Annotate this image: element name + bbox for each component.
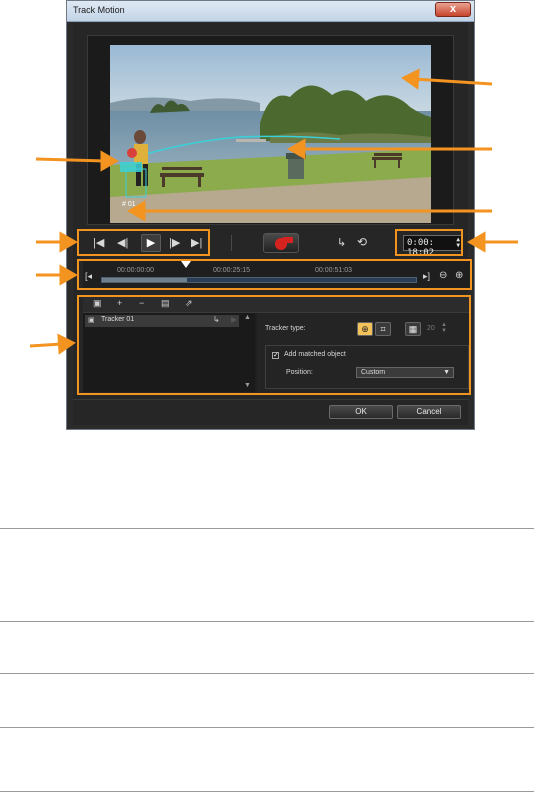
cancel-button[interactable]: Cancel: [397, 405, 461, 419]
table-rule: [0, 791, 534, 792]
preview-frame: # 01: [87, 35, 454, 225]
timecode-callout-arrow: [466, 231, 518, 253]
track-motion-icon[interactable]: ↳: [337, 236, 346, 250]
footer-divider: [73, 399, 468, 400]
record-flag-icon: [283, 237, 293, 243]
tracker-panel-highlight: [77, 295, 471, 395]
preview-image: [110, 45, 431, 223]
close-button[interactable]: x: [435, 2, 471, 17]
video-preview[interactable]: # 01: [110, 45, 431, 223]
title-bar: Track Motion x: [67, 1, 474, 22]
playback-controls-highlight: [77, 229, 210, 256]
table-rule: [0, 673, 534, 674]
track-motion-button[interactable]: [263, 233, 299, 253]
reset-history-icon[interactable]: ⟲: [357, 235, 367, 249]
table-rule: [0, 727, 534, 728]
timecode-highlight: [395, 229, 463, 256]
tracker-label: # 01: [122, 201, 136, 208]
table-rule: [0, 621, 534, 622]
table-rule: [0, 528, 534, 529]
timeline-highlight: [77, 259, 472, 290]
window-title: Track Motion: [73, 5, 125, 15]
divider: [231, 235, 232, 251]
ok-button[interactable]: OK: [329, 405, 393, 419]
